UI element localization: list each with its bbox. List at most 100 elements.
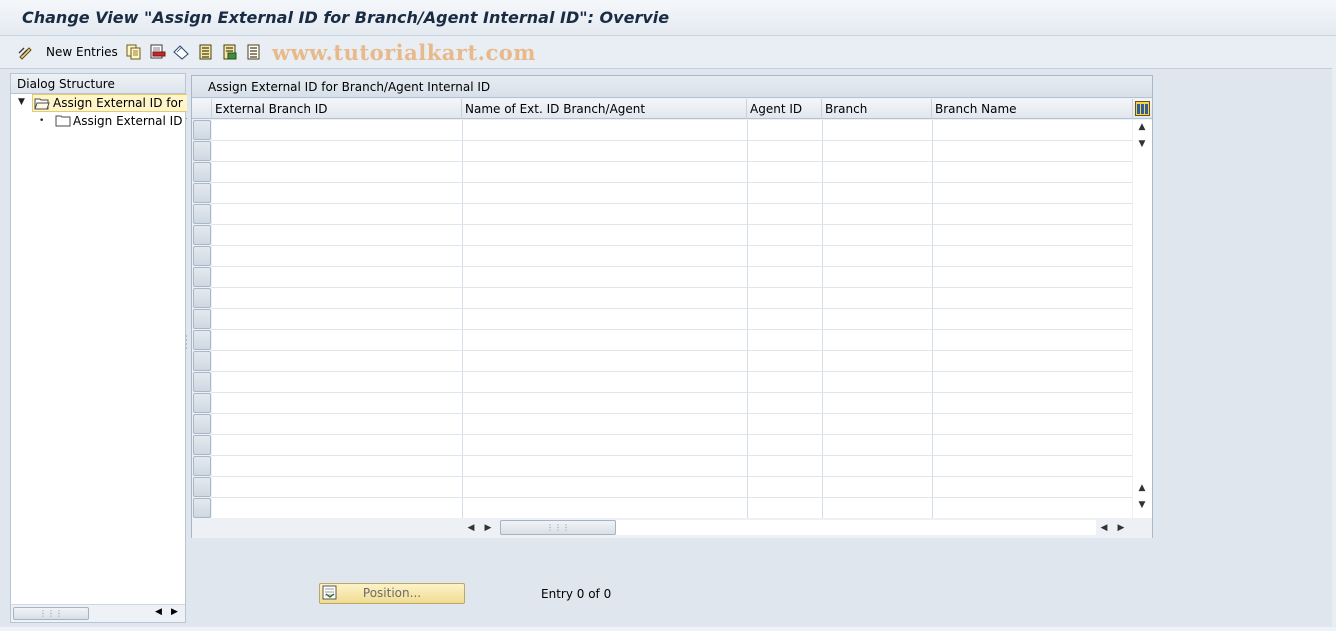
display-change-button[interactable]	[18, 42, 34, 62]
scroll-left-icon[interactable]: ◀	[155, 607, 162, 617]
column-divider	[462, 120, 463, 518]
tree-scroll-thumb[interactable]: ⋮⋮⋮	[13, 607, 89, 620]
entry-count-status: Entry 0 of 0	[541, 587, 612, 601]
undo-change-button[interactable]	[173, 42, 189, 62]
scroll-right-icon[interactable]: ▶	[481, 521, 495, 535]
row-selector-button[interactable]	[193, 141, 211, 161]
row-selector-button[interactable]	[193, 456, 211, 476]
scroll-up-icon[interactable]: ▲	[1135, 120, 1149, 134]
deselect-all-button[interactable]	[246, 42, 262, 62]
column-header-external-branch-id[interactable]: External Branch ID	[212, 99, 462, 119]
column-divider	[932, 120, 933, 518]
row-selector-button[interactable]	[193, 225, 211, 245]
row-selector-button[interactable]	[193, 162, 211, 182]
position-button[interactable]: Position...	[319, 583, 465, 604]
row-selector-button[interactable]	[193, 246, 211, 266]
new-entries-button[interactable]: New Entries	[46, 42, 118, 62]
select-all-button[interactable]	[198, 42, 214, 62]
watermark-text: www.tutorialkart.com	[272, 40, 536, 65]
column-header-agent-id[interactable]: Agent ID	[747, 99, 822, 119]
table-row	[212, 413, 1132, 414]
table-row	[212, 140, 1132, 141]
table-row	[212, 455, 1132, 456]
row-selector-button[interactable]	[193, 477, 211, 497]
table-row	[212, 245, 1132, 246]
table-control: Assign External ID for Branch/Agent Inte…	[191, 75, 1153, 538]
application-toolbar: New Entries www.tutorialkart.com	[0, 36, 1336, 69]
tree-item-assign-external-id-child[interactable]: • Assign External ID fo	[11, 112, 187, 130]
folder-open-icon	[34, 98, 50, 109]
window-right-edge	[1332, 36, 1336, 631]
tree-horizontal-scrollbar[interactable]: ⋮⋮⋮ ◀ ▶	[11, 604, 185, 622]
status-strip	[0, 627, 1336, 631]
scroll-left-icon[interactable]: ◀	[464, 521, 478, 535]
table-vertical-scrollbar[interactable]: ▲ ▼ ▲ ▼	[1133, 120, 1152, 518]
tree-item-assign-external-id[interactable]: ▼ Assign External ID for Br	[11, 94, 187, 112]
scroll-left-end-icon[interactable]: ◀	[1097, 521, 1111, 535]
row-selector-button[interactable]	[193, 309, 211, 329]
table-row	[212, 476, 1132, 477]
table-row	[212, 287, 1132, 288]
scroll-page-up-icon[interactable]: ▲	[1135, 481, 1149, 495]
row-selector-button[interactable]	[193, 351, 211, 371]
row-selector-button[interactable]	[193, 267, 211, 287]
row-selector-button[interactable]	[193, 120, 211, 140]
select-all-rows-corner[interactable]	[192, 99, 212, 119]
row-selector-button[interactable]	[193, 498, 211, 518]
row-selector-button[interactable]	[193, 393, 211, 413]
folder-icon	[55, 115, 71, 127]
new-entries-label: New Entries	[46, 45, 118, 59]
table-row	[212, 497, 1132, 498]
table-row	[212, 182, 1132, 183]
column-divider	[822, 120, 823, 518]
bullet-icon: •	[39, 116, 45, 126]
scroll-right-icon[interactable]: ▶	[171, 607, 178, 617]
title-bar: Change View "Assign External ID for Bran…	[0, 0, 1336, 36]
table-row	[212, 308, 1132, 309]
delete-icon	[150, 44, 166, 59]
tree-item-label: Assign External ID fo	[73, 114, 187, 128]
table-row	[212, 266, 1132, 267]
tree-item-label: Assign External ID for Br	[53, 96, 187, 110]
undo-change-icon	[173, 45, 189, 60]
scroll-page-down-icon[interactable]: ▼	[1135, 498, 1149, 512]
table-row	[212, 329, 1132, 330]
table-row	[212, 392, 1132, 393]
copy-as-button[interactable]	[126, 42, 142, 62]
table-body[interactable]	[212, 120, 1132, 519]
row-selector-button[interactable]	[193, 435, 211, 455]
page-title: Change View "Assign External ID for Bran…	[22, 8, 670, 27]
panel-splitter-handle[interactable]: · · · ·	[185, 333, 188, 355]
row-selector-button[interactable]	[193, 288, 211, 308]
table-horizontal-scrollbar[interactable]: ◀ ▶ ⋮⋮⋮ ◀ ▶	[192, 518, 1152, 538]
deselect-all-icon	[247, 44, 260, 60]
select-block-button[interactable]	[222, 42, 238, 62]
column-divider	[747, 120, 748, 518]
horizontal-scroll-track[interactable]	[616, 520, 1096, 535]
column-header-name-ext-id[interactable]: Name of Ext. ID Branch/Agent	[462, 99, 747, 119]
display-change-icon	[18, 47, 32, 60]
delete-button[interactable]	[150, 42, 166, 62]
horizontal-scroll-thumb[interactable]: ⋮⋮⋮	[500, 520, 616, 535]
row-selector-button[interactable]	[193, 330, 211, 350]
position-button-label: Position...	[362, 586, 422, 600]
row-selector-button[interactable]	[193, 183, 211, 203]
scroll-right-end-icon[interactable]: ▶	[1114, 521, 1128, 535]
position-icon	[322, 585, 337, 600]
table-settings-icon[interactable]	[1135, 101, 1150, 116]
expand-arrow-icon[interactable]: ▼	[18, 94, 25, 111]
row-selector-button[interactable]	[193, 414, 211, 434]
scroll-down-icon[interactable]: ▼	[1135, 137, 1149, 151]
column-header-branch-name[interactable]: Branch Name	[932, 99, 1133, 119]
row-selector-button[interactable]	[193, 204, 211, 224]
table-title: Assign External ID for Branch/Agent Inte…	[192, 76, 1152, 98]
table-row	[212, 371, 1132, 372]
row-selector-button[interactable]	[193, 372, 211, 392]
table-grid: External Branch ID Name of Ext. ID Branc…	[192, 99, 1152, 519]
table-row	[212, 161, 1132, 162]
table-row	[212, 203, 1132, 204]
table-row	[212, 350, 1132, 351]
column-header-branch[interactable]: Branch	[822, 99, 932, 119]
select-all-icon	[199, 44, 212, 60]
copy-as-icon	[126, 44, 141, 60]
